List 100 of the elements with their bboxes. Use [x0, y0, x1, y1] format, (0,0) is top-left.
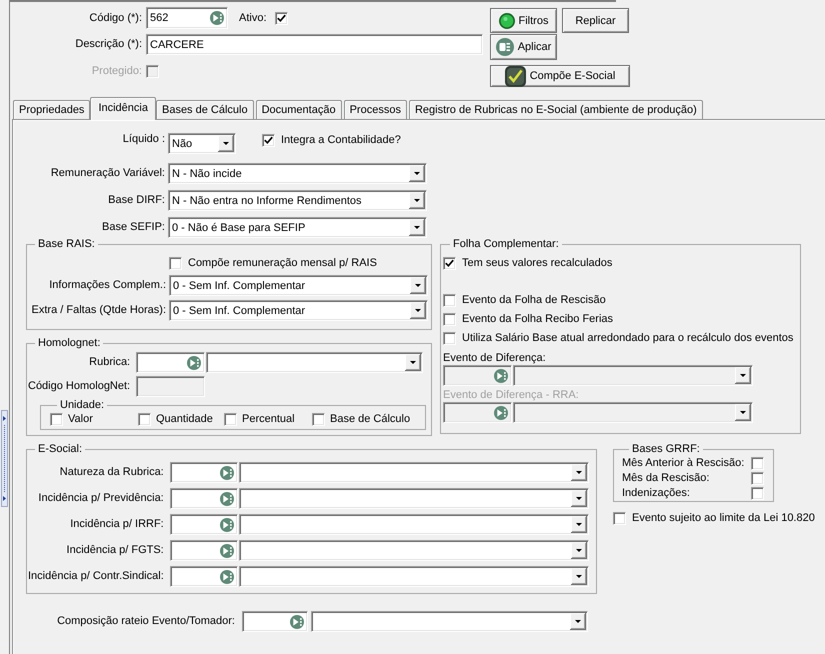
- checkbox[interactable]: [443, 313, 456, 326]
- dropdown[interactable]: N - Não incide: [168, 163, 427, 184]
- group-title: Folha Complementar:: [452, 238, 560, 251]
- group-title: Base RAIS:: [37, 238, 96, 251]
- play-circle-icon[interactable]: [210, 11, 224, 25]
- play-circle-icon[interactable]: [220, 492, 234, 506]
- caret-icon[interactable]: [570, 613, 586, 630]
- checkbox-label: Base de Cálculo: [330, 412, 410, 426]
- text-field[interactable]: [136, 376, 206, 397]
- text-field[interactable]: CARCERE: [146, 34, 483, 55]
- dropdown[interactable]: [238, 462, 589, 483]
- circle-icon: [498, 12, 515, 28]
- filters-button[interactable]: Filtros: [490, 8, 557, 33]
- tab[interactable]: Processos: [344, 100, 407, 119]
- lookup-field[interactable]: [170, 488, 238, 509]
- play-circle-icon[interactable]: [220, 518, 234, 532]
- apply-button[interactable]: Aplicar: [490, 34, 557, 60]
- checkbox[interactable]: [262, 134, 275, 147]
- checkbox[interactable]: [312, 412, 325, 426]
- dropdown[interactable]: N - Não entra no Informe Rendimentos: [168, 190, 427, 211]
- field-label: Código (*):: [88, 12, 142, 24]
- play-circle-icon[interactable]: [220, 544, 234, 558]
- field-label: Rubrica:: [88, 356, 132, 369]
- tab[interactable]: Documentação: [256, 100, 342, 119]
- dropdown[interactable]: [238, 514, 589, 535]
- caret-icon[interactable]: [218, 135, 234, 152]
- caret-icon[interactable]: [570, 542, 587, 559]
- field-label: Incidência p/ Contr.Sindical:: [28, 570, 165, 583]
- check-tile-icon: [504, 66, 526, 86]
- tab[interactable]: Bases de Cálculo: [156, 100, 254, 119]
- lookup-field[interactable]: [170, 514, 238, 535]
- dropdown[interactable]: [238, 566, 589, 587]
- caret-icon[interactable]: [735, 367, 751, 384]
- checkbox[interactable]: [443, 257, 456, 270]
- dropdown[interactable]: [238, 540, 589, 561]
- lookup-field[interactable]: [170, 566, 238, 587]
- play-circle-icon[interactable]: [220, 466, 234, 480]
- checkbox-label: Percentual: [242, 412, 295, 426]
- field-label: Remuneração Variável:: [50, 167, 165, 180]
- caret-icon[interactable]: [405, 354, 422, 371]
- dropdown[interactable]: [311, 611, 588, 632]
- group-title: Unidade:: [59, 399, 106, 412]
- dropdown[interactable]: [206, 352, 424, 373]
- play-circle-icon[interactable]: [187, 356, 202, 370]
- field-label: Base SEFIP:: [101, 221, 165, 234]
- field-label: Natureza da Rubrica:: [58, 466, 165, 479]
- checkbox[interactable]: [224, 412, 237, 426]
- lookup-field[interactable]: [170, 462, 238, 483]
- field-label: Descrição (*):: [74, 38, 142, 51]
- play-circle-icon[interactable]: [494, 368, 508, 382]
- lookup-field[interactable]: [136, 352, 206, 373]
- tab[interactable]: Registro de Rubricas no E-Social (ambiente de produção): [408, 100, 703, 119]
- lookup-field[interactable]: [242, 611, 308, 632]
- checkbox[interactable]: [169, 257, 182, 270]
- dropdown[interactable]: 0 - Sem Inf. Complementar: [169, 275, 428, 296]
- splitter-handle[interactable]: [1, 410, 8, 507]
- dropdown[interactable]: 0 - Não é Base para SEFIP: [168, 217, 427, 238]
- checkbox[interactable]: [138, 412, 151, 426]
- caret-icon[interactable]: [570, 516, 587, 533]
- replicate-button[interactable]: Replicar: [562, 8, 629, 33]
- caret-icon[interactable]: [410, 277, 426, 294]
- caret-icon[interactable]: [409, 219, 425, 236]
- checkbox-label: Quantidade: [156, 412, 213, 426]
- field-label: Incidência p/ FGTS:: [66, 544, 165, 557]
- dropdown[interactable]: [513, 365, 753, 386]
- field-label: Código HomologNet:: [28, 380, 132, 393]
- esocial-button[interactable]: Compõe E-Social: [490, 65, 630, 87]
- dropdown[interactable]: Não: [168, 133, 236, 154]
- play-circle-icon[interactable]: [220, 570, 234, 584]
- checkbox-label: Tem seus valores recalculados: [462, 257, 612, 270]
- checkbox-label: Compõe remuneração mensal p/ RAIS: [188, 257, 377, 270]
- caret-icon[interactable]: [570, 490, 587, 507]
- lookup-field[interactable]: 562: [146, 7, 228, 29]
- caret-icon[interactable]: [409, 165, 425, 182]
- caret-icon[interactable]: [409, 192, 425, 209]
- checkbox[interactable]: [613, 512, 626, 525]
- field-label: Ativo:: [239, 12, 267, 24]
- dropdown[interactable]: [238, 488, 589, 509]
- checkbox[interactable]: [443, 294, 456, 307]
- field-label: Indenizações:: [622, 487, 691, 500]
- play-circle-icon[interactable]: [290, 614, 304, 628]
- lookup-field[interactable]: [443, 365, 512, 386]
- caret-icon[interactable]: [570, 464, 587, 481]
- checkbox-label: Evento da Folha Recibo Ferias: [462, 313, 614, 326]
- checkbox[interactable]: [274, 12, 288, 24]
- group-title: Homolognet:: [37, 337, 102, 350]
- caret-icon[interactable]: [570, 568, 587, 585]
- field-label: Composição rateio Evento/Tomador:: [56, 615, 235, 628]
- checkbox[interactable]: [50, 412, 63, 426]
- checkbox[interactable]: [443, 332, 456, 345]
- lookup-field[interactable]: [170, 540, 238, 561]
- checkbox[interactable]: [751, 472, 764, 485]
- field-label: Evento de Diferença:: [443, 352, 546, 364]
- dropdown[interactable]: 0 - Sem Inf. Complementar: [169, 300, 428, 321]
- tab[interactable]: Incidência: [90, 97, 156, 120]
- tab[interactable]: Propriedades: [13, 100, 90, 119]
- checkbox[interactable]: [751, 487, 764, 500]
- checkbox-label: Integra a Contabilidade?: [281, 134, 401, 147]
- checkbox[interactable]: [751, 457, 764, 470]
- caret-icon[interactable]: [410, 302, 426, 319]
